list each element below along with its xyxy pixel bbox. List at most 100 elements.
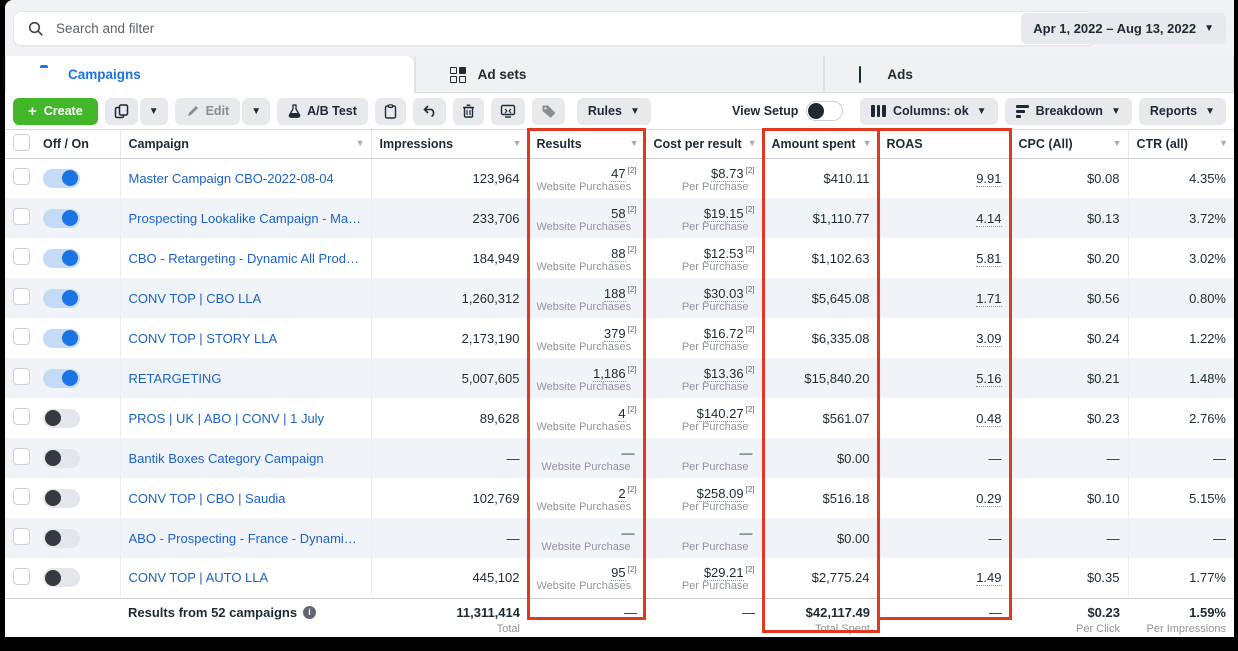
ctr-cell: — — [1128, 438, 1234, 478]
campaign-link[interactable]: RETARGETING — [129, 371, 363, 386]
date-range-picker[interactable]: Apr 1, 2022 – Aug 13, 2022 ▼ — [1021, 13, 1226, 44]
create-button-label: Create — [44, 104, 83, 118]
sort-caret-icon[interactable]: ▼ — [748, 138, 757, 148]
rules-button[interactable]: Rules ▼ — [577, 98, 651, 125]
info-icon[interactable]: i — [303, 606, 316, 619]
row-checkbox[interactable] — [13, 368, 30, 385]
row-checkbox[interactable] — [13, 448, 30, 465]
amount-spent-cell: $410.11 — [763, 158, 878, 198]
cpc-cell: $0.08 — [1010, 158, 1128, 198]
duplicate-dropdown-button[interactable]: ▼ — [140, 98, 168, 125]
roas-cell: — — [878, 438, 1010, 478]
row-checkbox[interactable] — [13, 208, 30, 225]
footer-roas-total: — — [886, 605, 1002, 620]
campaign-toggle[interactable] — [43, 289, 80, 308]
sort-caret-icon[interactable]: ▼ — [513, 138, 522, 148]
tab-ads[interactable]: Ads — [824, 56, 1234, 93]
export-button[interactable] — [491, 98, 525, 125]
header-amount-spent[interactable]: Amount spent▼ — [763, 130, 878, 158]
search-input[interactable]: Search and filter — [13, 11, 1095, 46]
clipboard-button[interactable] — [375, 98, 406, 125]
columns-button[interactable]: Columns: ok ▼ — [860, 98, 997, 125]
sort-caret-icon[interactable]: ▼ — [863, 138, 872, 148]
row-checkbox[interactable] — [13, 328, 30, 345]
cost-per-result-cell: $8.73[2] Per Purchase — [645, 158, 763, 198]
sort-caret-icon[interactable]: ▼ — [356, 138, 365, 148]
campaign-toggle[interactable] — [43, 449, 80, 468]
results-cell: 4[2] Website Purchases — [528, 398, 645, 438]
row-checkbox[interactable] — [13, 248, 30, 265]
cost-per-result-cell: $29.21[2] Per Purchase — [645, 558, 763, 598]
campaign-link[interactable]: PROS | UK | ABO | CONV | 1 July — [129, 411, 363, 426]
impressions-cell: 1,260,312 — [371, 278, 528, 318]
sort-caret-icon[interactable]: ▼ — [630, 138, 639, 148]
tag-button[interactable] — [532, 98, 565, 125]
campaign-toggle[interactable] — [43, 169, 80, 188]
create-button[interactable]: + Create — [13, 98, 98, 125]
header-off-on: Off / On — [35, 130, 120, 158]
tab-campaigns[interactable]: Campaigns — [5, 56, 415, 93]
campaign-link[interactable]: CONV TOP | AUTO LLA — [129, 570, 363, 585]
undo-button[interactable] — [413, 98, 446, 125]
view-setup-toggle[interactable] — [806, 101, 843, 121]
row-checkbox[interactable] — [13, 288, 30, 305]
campaign-link[interactable]: CONV TOP | STORY LLA — [129, 331, 363, 346]
campaign-toggle[interactable] — [43, 529, 80, 548]
ctr-cell: 3.72% — [1128, 198, 1234, 238]
chevron-down-icon: ▼ — [149, 106, 159, 117]
row-checkbox[interactable] — [13, 408, 30, 425]
tab-ad-sets[interactable]: Ad sets — [415, 56, 825, 93]
ctr-cell: 1.22% — [1128, 318, 1234, 358]
pencil-icon — [186, 104, 200, 118]
campaign-toggle[interactable] — [43, 409, 80, 428]
campaign-link[interactable]: Master Campaign CBO-2022-08-04 — [129, 171, 363, 186]
view-setup-label: View Setup — [732, 104, 798, 118]
header-results[interactable]: Results▼ — [528, 130, 645, 158]
header-ctr[interactable]: CTR (all)▼ — [1128, 130, 1234, 158]
ctr-cell: 1.48% — [1128, 358, 1234, 398]
sort-caret-icon[interactable]: ▼ — [1113, 138, 1122, 148]
ab-test-button[interactable]: A/B Test — [277, 98, 368, 125]
roas-cell: 9.91 — [878, 158, 1010, 198]
header-cpc[interactable]: CPC (All)▼ — [1010, 130, 1128, 158]
select-all-checkbox[interactable] — [13, 134, 30, 151]
delete-button[interactable] — [453, 98, 484, 125]
breakdown-button[interactable]: Breakdown ▼ — [1005, 98, 1132, 125]
impressions-cell: 89,628 — [371, 398, 528, 438]
table-header-row: Off / On Campaign▼ Impressions▼ Results▼… — [5, 130, 1234, 158]
app-window: Search and filter Apr 1, 2022 – Aug 13, … — [0, 0, 1238, 651]
row-checkbox[interactable] — [13, 528, 30, 545]
edit-button[interactable]: Edit — [175, 98, 241, 125]
campaign-toggle[interactable] — [43, 489, 80, 508]
header-impressions[interactable]: Impressions▼ — [371, 130, 528, 158]
sort-caret-icon[interactable]: ▼ — [1219, 138, 1228, 148]
campaign-toggle[interactable] — [43, 369, 80, 388]
campaign-toggle[interactable] — [43, 568, 80, 587]
campaign-link[interactable]: CBO - Retargeting - Dynamic All Product — [129, 251, 363, 266]
ctr-cell: 0.80% — [1128, 278, 1234, 318]
campaign-toggle[interactable] — [43, 329, 80, 348]
campaign-link[interactable]: ABO - Prospecting - France - Dynamic All… — [129, 531, 363, 546]
header-campaign[interactable]: Campaign▼ — [120, 130, 371, 158]
header-roas[interactable]: ROAS — [878, 130, 1010, 158]
table-row: Bantik Boxes Category Campaign — — Websi… — [5, 438, 1234, 478]
campaign-link[interactable]: Prospecting Lookalike Campaign - Master … — [129, 211, 363, 226]
row-checkbox[interactable] — [13, 168, 30, 185]
header-cost-per-result[interactable]: Cost per result▼ — [645, 130, 763, 158]
campaign-link[interactable]: CONV TOP | CBO LLA — [129, 291, 363, 306]
cpc-cell: $0.35 — [1010, 558, 1128, 598]
row-checkbox[interactable] — [13, 488, 30, 505]
row-checkbox[interactable] — [13, 568, 30, 585]
campaign-toggle[interactable] — [43, 209, 80, 228]
campaign-link[interactable]: Bantik Boxes Category Campaign — [129, 451, 363, 466]
duplicate-button[interactable] — [105, 98, 138, 125]
cpc-cell: $0.21 — [1010, 358, 1128, 398]
reports-button[interactable]: Reports ▼ — [1139, 98, 1226, 125]
table-row: CONV TOP | CBO | Saudia 102,769 2[2] Web… — [5, 478, 1234, 518]
edit-dropdown-button[interactable]: ▼ — [242, 98, 270, 125]
campaign-toggle[interactable] — [43, 249, 80, 268]
amount-spent-cell: $1,110.77 — [763, 198, 878, 238]
cpc-cell: $0.10 — [1010, 478, 1128, 518]
campaign-link[interactable]: CONV TOP | CBO | Saudia — [129, 491, 363, 506]
results-cell: 88[2] Website Purchases — [528, 238, 645, 278]
